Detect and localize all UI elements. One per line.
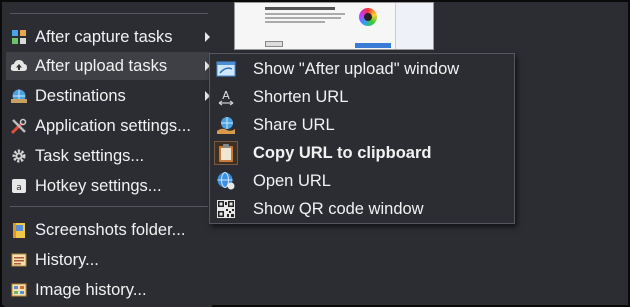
svg-text:A: A [222,89,230,102]
after-upload-submenu: Show "After upload" window A Shorten URL… [209,53,515,224]
grid-icon [10,28,28,46]
submenu-item-show-after-upload-window[interactable]: Show "After upload" window [212,55,512,83]
svg-text:a: a [16,183,22,193]
globe-icon [215,170,237,192]
screenshot-preview-thumbnail [234,2,434,50]
image-history-icon [10,281,28,299]
submenu-item-label: Open URL [253,171,331,190]
menu-item-label: Destinations [35,86,126,105]
menu-item-after-upload-tasks[interactable]: After upload tasks [6,52,210,80]
share-url-icon [215,114,237,136]
gear-icon [10,147,28,165]
submenu-item-shorten-url[interactable]: A Shorten URL [212,83,512,111]
menu-separator [10,13,208,14]
menu-item-label: Screenshots folder... [35,220,186,239]
submenu-item-show-qr-code-window[interactable]: Show QR code window [212,195,512,223]
submenu-item-label: Copy URL to clipboard [253,143,432,162]
submenu-item-share-url[interactable]: Share URL [212,111,512,139]
menu-item-after-capture-tasks[interactable]: After capture tasks [6,23,210,51]
menu-item-task-settings[interactable]: Task settings... [6,142,210,170]
submenu-arrow-icon [205,32,210,42]
menu-item-label: Task settings... [35,146,145,165]
menu-item-screenshots-folder[interactable]: Screenshots folder... [6,216,210,244]
menu-item-image-history[interactable]: Image history... [6,276,210,304]
submenu-item-open-url[interactable]: Open URL [212,167,512,195]
history-icon [10,251,28,269]
menu-item-destinations[interactable]: Destinations [6,82,210,110]
menu-item-label: History... [35,250,99,269]
clipboard-icon [214,141,238,165]
main-context-menu: After capture tasks After upload tasks D… [4,4,212,307]
menu-item-history[interactable]: History... [6,246,210,274]
submenu-item-label: Shorten URL [253,87,349,106]
menu-item-label: After capture tasks [35,27,173,46]
window-icon [215,58,237,80]
keyboard-icon: a [10,177,28,195]
menu-item-label: After upload tasks [35,56,168,75]
menu-item-label: Application settings... [35,116,191,135]
menu-item-label: Image history... [35,280,147,299]
menu-item-application-settings[interactable]: Application settings... [6,112,210,140]
submenu-item-label: Share URL [253,115,335,134]
submenu-item-label: Show "After upload" window [253,59,460,78]
menu-item-label: Hotkey settings... [35,176,162,195]
submenu-item-copy-url-to-clipboard[interactable]: Copy URL to clipboard [212,139,512,167]
folder-icon [10,221,28,239]
globe-upload-icon [10,87,28,105]
menu-separator [10,206,208,207]
app-frame: After capture tasks After upload tasks D… [0,0,630,307]
tools-icon [10,117,28,135]
shorten-url-icon: A [215,86,237,108]
qr-code-icon [215,198,237,220]
menu-item-hotkey-settings[interactable]: a Hotkey settings... [6,172,210,200]
submenu-item-label: Show QR code window [253,199,424,218]
cloud-upload-icon [10,57,28,75]
